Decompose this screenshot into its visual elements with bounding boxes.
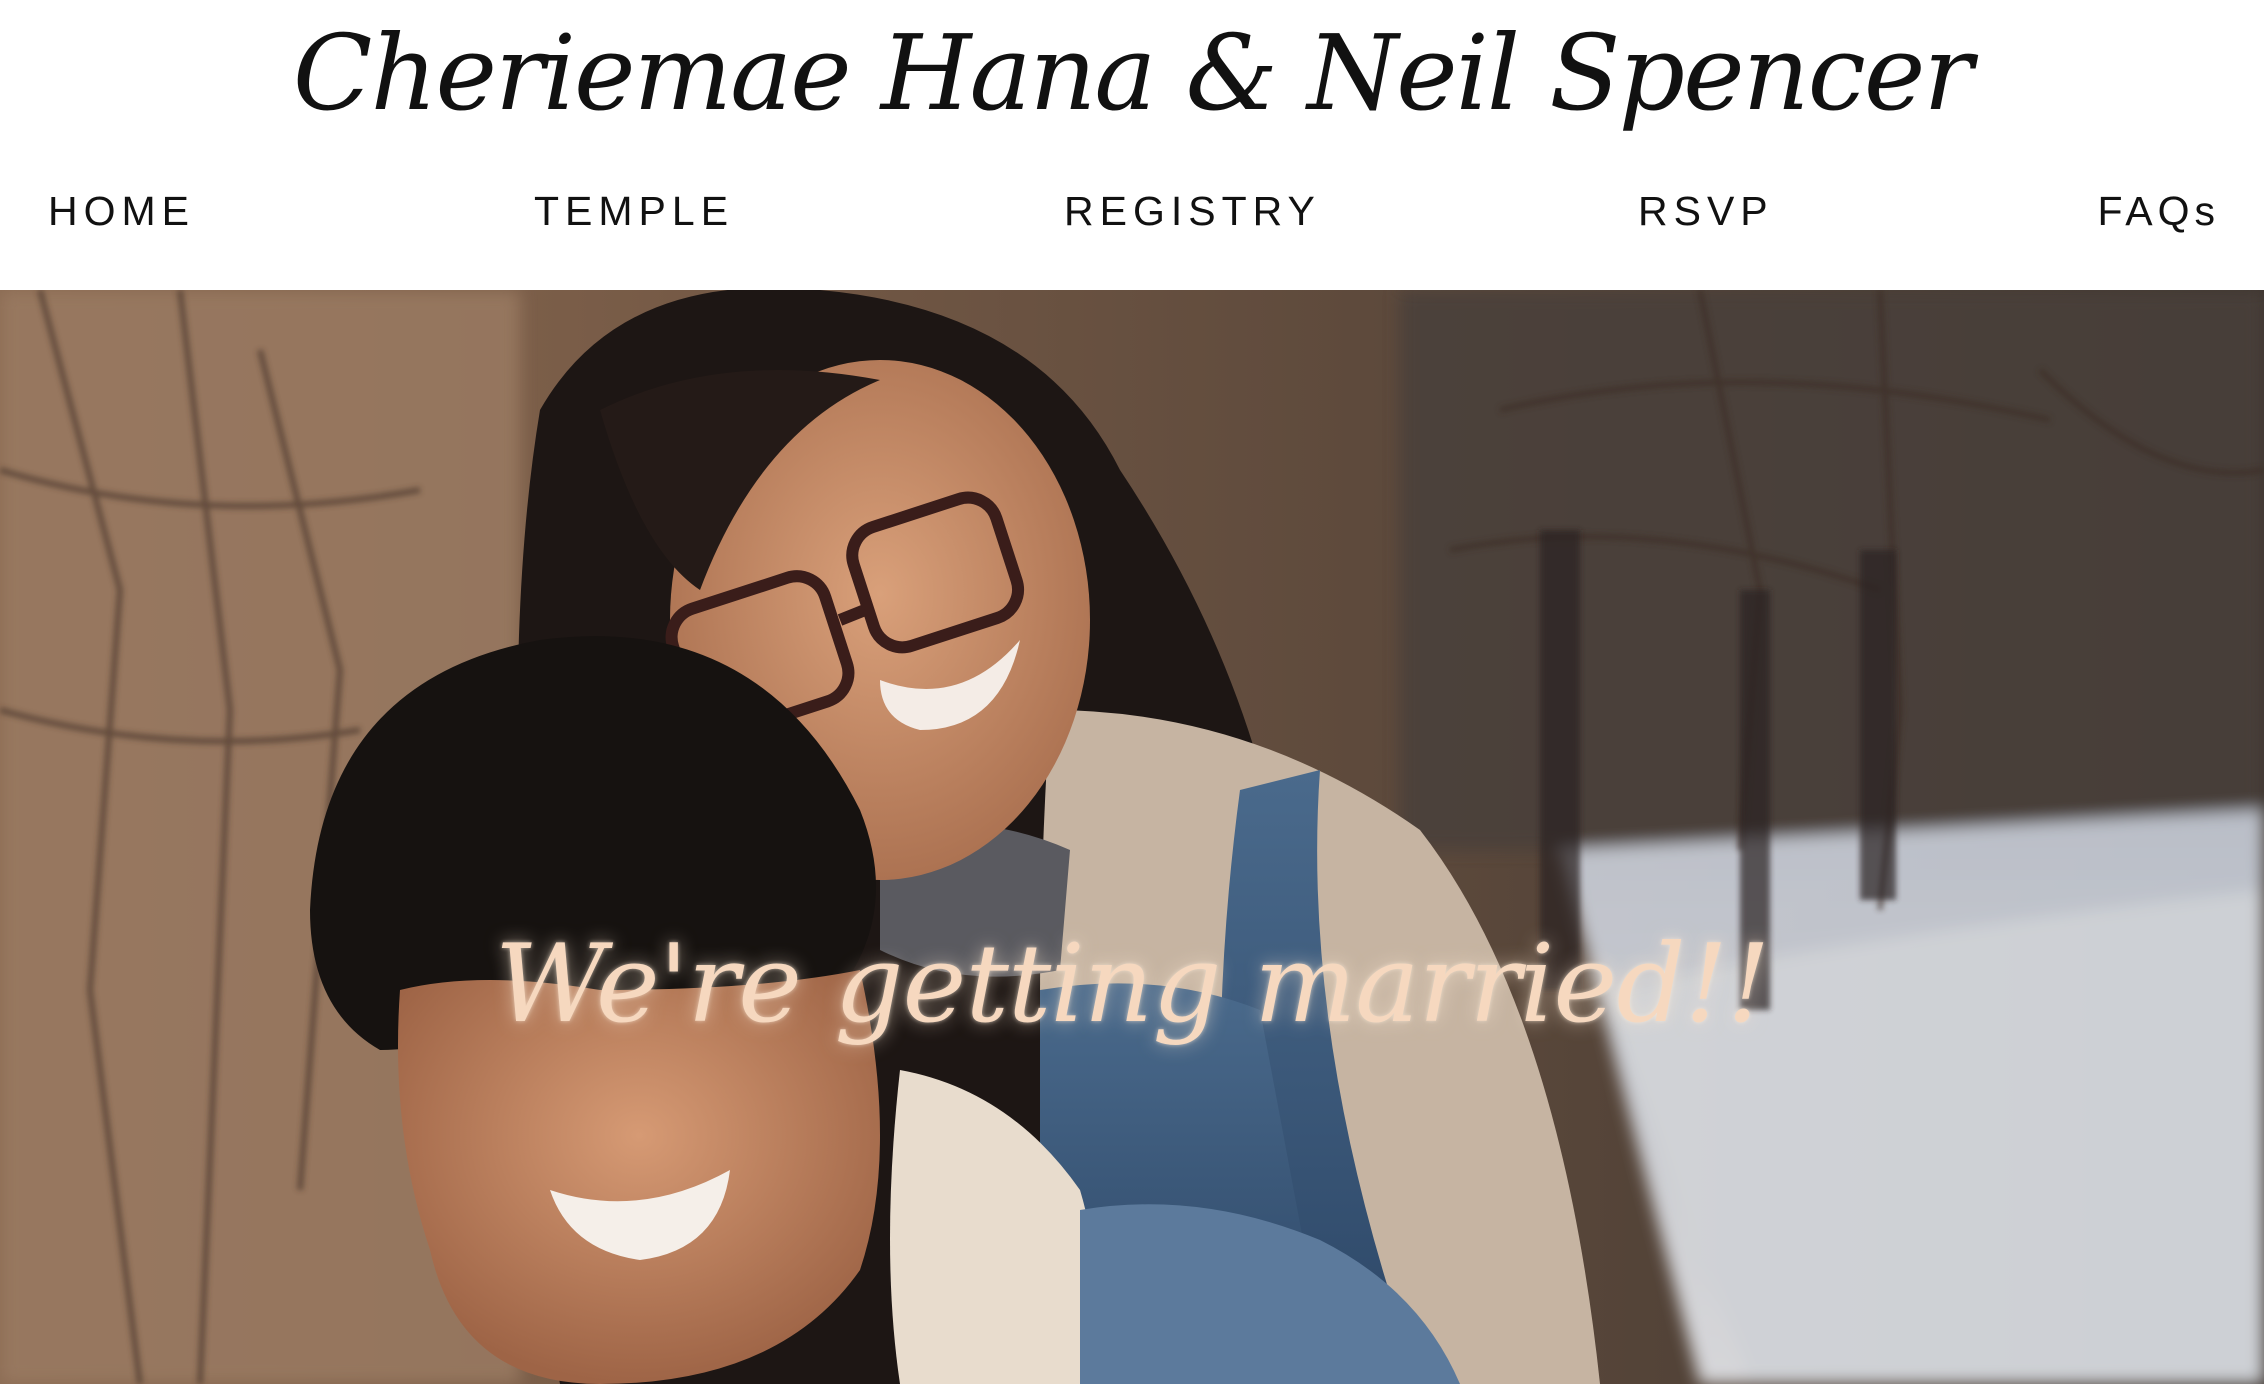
nav-item-temple[interactable]: TEMPLE <box>534 178 734 244</box>
main-nav: HOME TEMPLE REGISTRY RSVP FAQs <box>0 178 2264 244</box>
site-header: Cheriemae Hana & Neil Spencer HOME TEMPL… <box>0 0 2264 290</box>
nav-item-faqs[interactable]: FAQs <box>2097 178 2220 244</box>
site-title: Cheriemae Hana & Neil Spencer <box>292 12 1973 134</box>
hero-caption: We're getting married!! <box>494 922 1771 1047</box>
hero-photo <box>0 290 2264 1384</box>
nav-item-rsvp[interactable]: RSVP <box>1638 178 1774 244</box>
nav-item-home[interactable]: HOME <box>48 178 195 244</box>
nav-item-registry[interactable]: REGISTRY <box>1064 178 1321 244</box>
hero-banner: We're getting married!! <box>0 290 2264 1384</box>
